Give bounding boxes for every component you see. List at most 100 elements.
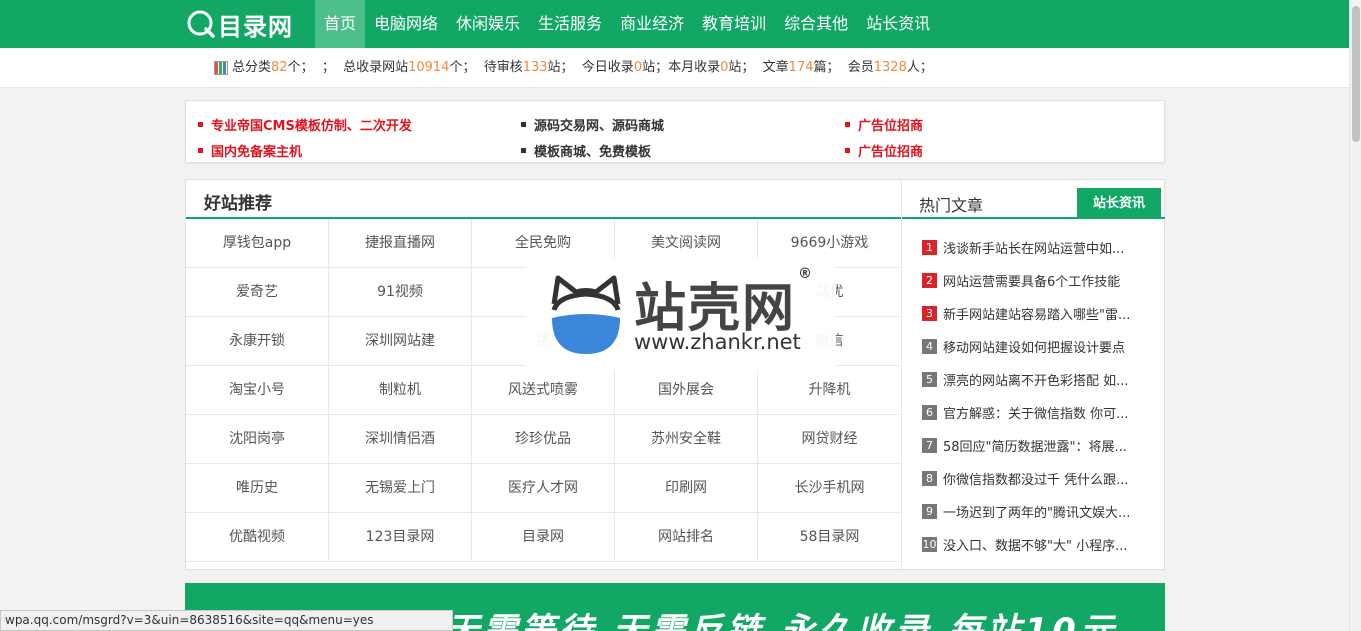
grid-row: 唯历史 无锡爱上门 医疗人才网 印刷网 长沙手机网 (186, 464, 901, 513)
nav-item-other[interactable]: 综合其他 (775, 0, 857, 48)
bullet-icon (845, 121, 850, 127)
stats-label: 个； ； 总收录网站 (287, 60, 409, 75)
main-panel: 好站推荐 厚钱包app 捷报直播网 全民免购 美文阅读网 9669小游戏 爱奇艺… (185, 179, 1165, 570)
webmaster-news-tab[interactable]: 站长资讯 (1077, 188, 1161, 219)
site-link[interactable]: 捷报直播网 (329, 219, 472, 268)
recommend-title: 好站推荐 (204, 194, 272, 214)
hot-article-item[interactable]: 10 没入口、数据不够"大" 小程序... (922, 528, 1145, 561)
site-link[interactable]: 升降机 (758, 366, 901, 415)
ad-column: 广告位招商 广告位招商 (845, 111, 923, 163)
stats-label: 篇； 会员 (813, 60, 874, 75)
hot-articles-header: 热门文章 站长资讯 (902, 180, 1165, 219)
ad-link[interactable]: 模板商城、免费模板 (521, 137, 664, 163)
article-title: 网站运营需要具备6个工作技能 (943, 275, 1121, 290)
rank-badge: 2 (922, 273, 937, 288)
page-scrollbar[interactable] (1349, 0, 1361, 631)
site-logo[interactable]: 目录网 (186, 7, 293, 41)
site-link[interactable]: 深圳网站建 (329, 317, 472, 366)
rank-badge: 3 (922, 306, 937, 321)
nav-item-webmaster-news[interactable]: 站长资讯 (857, 0, 939, 48)
hot-article-item[interactable]: 1 浅谈新手站长在网站运营中如... (922, 231, 1145, 264)
ad-link[interactable]: 国内免备案主机 (198, 137, 412, 163)
ad-column: 专业帝国CMS模板仿制、二次开发 国内免备案主机 (198, 111, 412, 163)
ad-link-label: 广告位招商 (858, 118, 924, 134)
site-link[interactable]: 医疗人才网 (472, 464, 615, 513)
main-nav: 首页 电脑网络 休闲娱乐 生活服务 商业经济 教育培训 综合其他 站长资讯 (315, 0, 939, 48)
logo-text: 目录网 (218, 12, 293, 41)
hot-article-item[interactable]: 8 你微信指数都没过千 凭什么跟... (922, 462, 1145, 495)
nav-item-business[interactable]: 商业经济 (611, 0, 693, 48)
hot-articles: 热门文章 站长资讯 1 浅谈新手站长在网站运营中如... 2 网站运营需要具备6个工… (901, 180, 1165, 569)
site-link[interactable]: 国外展会 (615, 366, 758, 415)
hot-article-item[interactable]: 7 58回应"简历数据泄露"：将展... (922, 429, 1145, 462)
site-link[interactable]: 珍珍优品 (472, 415, 615, 464)
stats-label: 站； 今日收录 (547, 60, 634, 75)
ad-link[interactable]: 专业帝国CMS模板仿制、二次开发 (198, 111, 412, 137)
stats-label: 总分类 (232, 60, 272, 75)
recommend-header: 好站推荐 (186, 180, 901, 219)
rank-badge: 9 (922, 504, 937, 519)
article-title: 一场迟到了两年的"腾讯文娱大... (943, 506, 1131, 521)
watermark-url: www.zhankr.net (634, 330, 801, 354)
nav-item-education[interactable]: 教育培训 (693, 0, 775, 48)
rank-badge: 5 (922, 372, 937, 387)
article-title: 官方解惑：关于微信指数 你可... (943, 407, 1129, 422)
stats-pending: 133 (522, 60, 548, 75)
stats-month: 0 (720, 60, 729, 75)
ad-link[interactable]: 广告位招商 (845, 111, 923, 137)
site-link[interactable]: 网站排名 (615, 513, 758, 562)
site-link[interactable]: 制粒机 (329, 366, 472, 415)
rank-badge: 10 (922, 537, 937, 552)
site-link[interactable]: 无锡爱上门 (329, 464, 472, 513)
ad-link[interactable]: 源码交易网、源码商城 (521, 111, 664, 137)
hot-article-item[interactable]: 6 官方解惑：关于微信指数 你可... (922, 396, 1145, 429)
site-link[interactable]: 123目录网 (329, 513, 472, 562)
rank-badge: 4 (922, 339, 937, 354)
nav-item-home[interactable]: 首页 (315, 0, 366, 48)
nav-item-computer-network[interactable]: 电脑网络 (365, 0, 447, 48)
stats-bar: 总分类 82 个； ； 总收录网站 10914 个； 待审核 133 站； 今日… (0, 48, 1349, 88)
site-link[interactable]: 爱奇艺 (186, 268, 329, 317)
hot-article-item[interactable]: 9 一场迟到了两年的"腾讯文娱大... (922, 495, 1145, 528)
ad-links-panel: 专业帝国CMS模板仿制、二次开发 国内免备案主机 源码交易网、源码商城 模板商城… (185, 100, 1165, 163)
hot-article-item[interactable]: 5 漂亮的网站离不开色彩搭配 如... (922, 363, 1145, 396)
site-link[interactable]: 优酷视频 (186, 513, 329, 562)
scrollbar-thumb[interactable] (1352, 6, 1360, 142)
registered-mark: ® (798, 266, 812, 282)
zhankr-watermark: 站壳网 ® www.zhankr.net (526, 258, 836, 370)
ad-link-label: 广告位招商 (858, 144, 924, 160)
site-link[interactable]: 长沙手机网 (758, 464, 901, 513)
nav-item-life-services[interactable]: 生活服务 (529, 0, 611, 48)
site-link[interactable]: 58目录网 (758, 513, 901, 562)
site-link[interactable]: 唯历史 (186, 464, 329, 513)
stats-label: 人； (906, 60, 933, 75)
top-nav-bar: 目录网 首页 电脑网络 休闲娱乐 生活服务 商业经济 教育培训 综合其他 站长资… (0, 0, 1349, 48)
nav-item-leisure[interactable]: 休闲娱乐 (447, 0, 529, 48)
site-link[interactable]: 沈阳岗亭 (186, 415, 329, 464)
site-link[interactable]: 网贷财经 (758, 415, 901, 464)
site-link[interactable]: 印刷网 (615, 464, 758, 513)
stats-chart-icon (214, 61, 228, 75)
bullet-icon (521, 147, 526, 153)
site-link[interactable]: 91视频 (329, 268, 472, 317)
site-link[interactable]: 风送式喷雾 (472, 366, 615, 415)
site-link[interactable]: 深圳情侣酒 (329, 415, 472, 464)
article-title: 你微信指数都没过千 凭什么跟... (943, 473, 1129, 488)
site-link[interactable]: 目录网 (472, 513, 615, 562)
hot-article-item[interactable]: 2 网站运营需要具备6个工作技能 (922, 264, 1145, 297)
site-link[interactable]: 永康开锁 (186, 317, 329, 366)
rank-badge: 6 (922, 405, 937, 420)
site-link[interactable]: 厚钱包app (186, 219, 329, 268)
article-title: 新手网站建站容易踏入哪些"雷... (943, 308, 1131, 323)
hot-article-item[interactable]: 4 移动网站建设如何把握设计要点 (922, 330, 1145, 363)
rank-badge: 1 (922, 240, 937, 255)
bullet-icon (845, 147, 850, 153)
ad-link-label: 模板商城、免费模板 (534, 144, 652, 160)
browser-status-url: wpa.qq.com/msgrd?v=3&uin=8638516&site=qq… (0, 610, 453, 631)
site-link[interactable]: 淘宝小号 (186, 366, 329, 415)
hot-article-item[interactable]: 3 新手网站建站容易踏入哪些"雷... (922, 297, 1145, 330)
site-link[interactable]: 苏州安全鞋 (615, 415, 758, 464)
grid-row: 沈阳岗亭 深圳情侣酒 珍珍优品 苏州安全鞋 网贷财经 (186, 415, 901, 464)
ad-link[interactable]: 广告位招商 (845, 137, 923, 163)
stats-members: 1328 (873, 60, 907, 75)
